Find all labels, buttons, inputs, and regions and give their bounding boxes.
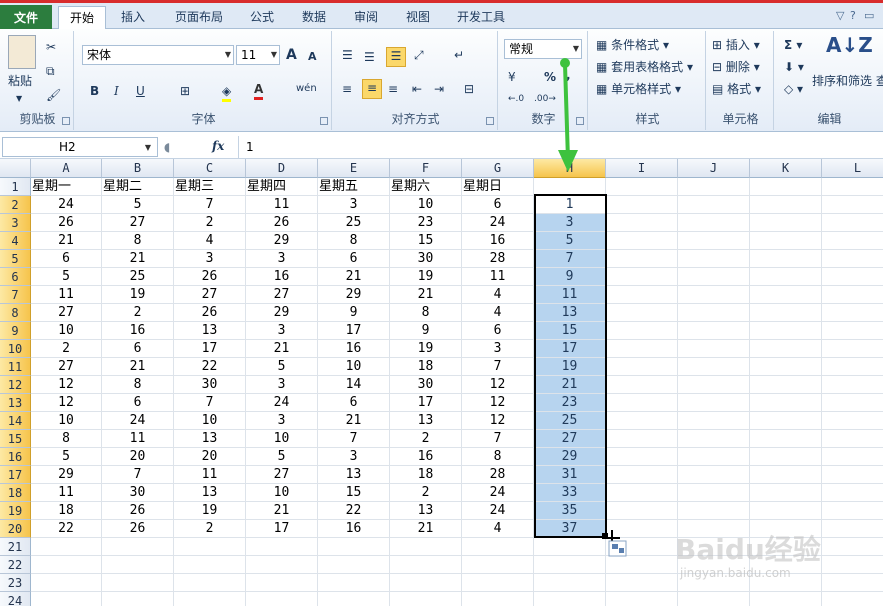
green-arrow-annotation (558, 58, 578, 172)
watermark-url: jingyan.baidu.com (680, 566, 791, 580)
selection-border (534, 194, 607, 538)
overlay-layer (534, 58, 627, 557)
auto-fill-options-icon[interactable] (608, 540, 627, 557)
excel-window: 文件 开始 插入 页面布局 公式 数据 审阅 视图 开发工具 ▽ ? ▭ 粘贴 … (0, 0, 883, 606)
watermark-logo: Baidu经验 (675, 533, 821, 566)
